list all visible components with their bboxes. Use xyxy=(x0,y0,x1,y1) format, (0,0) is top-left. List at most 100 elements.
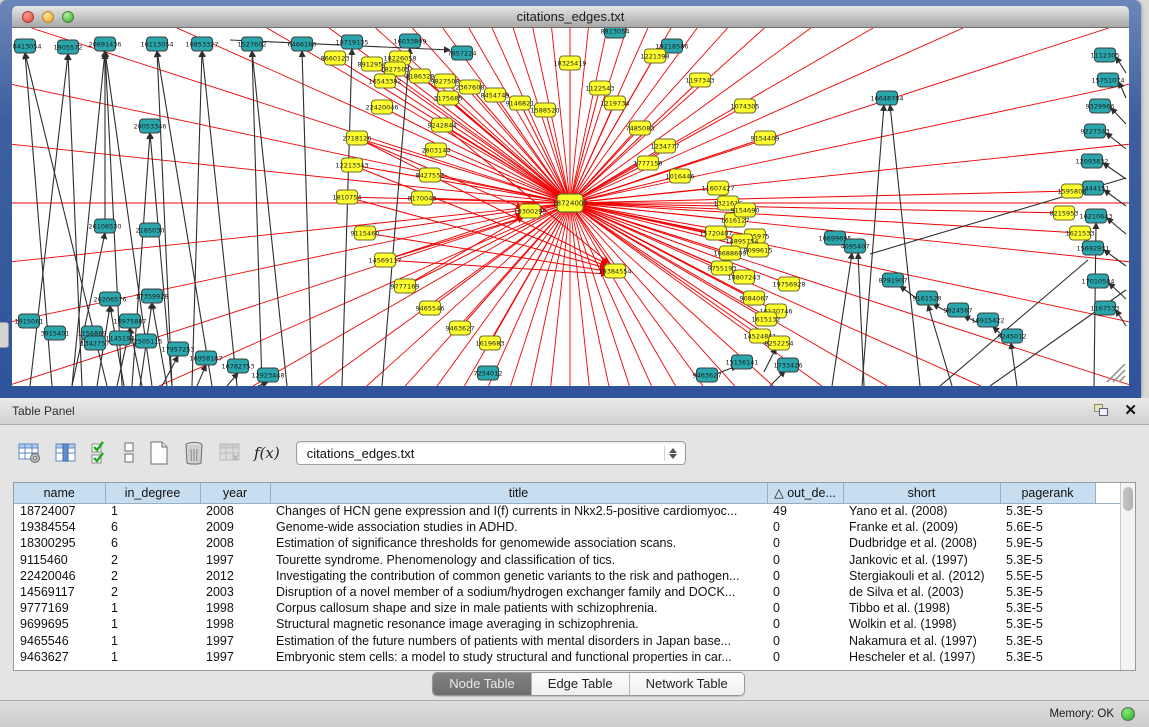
graph-node[interactable]: 9463627 xyxy=(693,368,722,382)
delete-table-icon[interactable] xyxy=(218,442,242,464)
graph-node[interactable]: 9154690 xyxy=(731,203,760,217)
graph-node[interactable]: 9242844 xyxy=(428,118,457,132)
graph-node[interactable]: 1197343 xyxy=(686,73,715,87)
graph-node[interactable]: 1615132 xyxy=(752,312,781,326)
table-row[interactable]: 1456911722003Disruption of a novel membe… xyxy=(14,584,1120,600)
table-row[interactable]: 1938455462009Genome-wide association stu… xyxy=(14,519,1120,535)
graph-edge[interactable] xyxy=(770,371,785,386)
graph-node[interactable]: 1234777 xyxy=(651,139,680,153)
table-cell[interactable]: Estimation of the future numbers of pati… xyxy=(270,633,767,649)
graph-edge[interactable] xyxy=(570,191,1072,203)
graph-node[interactable]: 11607427 xyxy=(701,181,734,195)
table-cell[interactable]: 0 xyxy=(767,552,843,568)
graph-edge[interactable] xyxy=(570,203,703,386)
graph-edge[interactable] xyxy=(253,203,570,386)
table-cell[interactable]: Tourette syndrome. Phenomenology and cla… xyxy=(270,552,767,568)
graph-node[interactable]: 14569117 xyxy=(368,253,401,267)
network-view-window[interactable]: citations_edges.txt 18413054190557220691… xyxy=(0,0,1141,398)
table-cell[interactable]: 49 xyxy=(767,503,843,519)
graph-hub-node[interactable]: 18724007 xyxy=(552,194,588,212)
select-columns-icon[interactable] xyxy=(90,441,110,465)
table-row[interactable]: 1872400712008Changes of HCN gene express… xyxy=(14,503,1120,519)
graph-node[interactable]: 9161528 xyxy=(913,291,942,305)
table-cell[interactable]: 5.9E-5 xyxy=(1000,535,1095,551)
graph-node[interactable]: 16648784 xyxy=(870,91,903,105)
column-header-in_degree[interactable]: in_degree xyxy=(105,483,200,503)
graph-node[interactable]: 1621533 xyxy=(1066,226,1095,240)
graph-edge[interactable] xyxy=(570,203,629,386)
graph-node[interactable]: 18325419 xyxy=(553,56,586,70)
function-builder-icon[interactable]: f(x) xyxy=(254,444,280,462)
tab-network-table[interactable]: Network Table xyxy=(630,673,744,695)
table-cell[interactable]: 2012 xyxy=(200,568,270,584)
graph-node[interactable]: 1112305 xyxy=(1091,48,1120,62)
graph-node[interactable]: 8215953 xyxy=(1050,206,1079,220)
graph-node[interactable]: 2803144 xyxy=(422,143,451,157)
table-cell[interactable]: 9463627 xyxy=(14,649,105,665)
table-cell[interactable]: 9699695 xyxy=(14,616,105,632)
table-cell[interactable]: Wolkin et al. (1998) xyxy=(843,616,1000,632)
graph-node[interactable]: 20053346 xyxy=(133,119,166,133)
graph-node[interactable]: 1777158 xyxy=(634,156,663,170)
graph-edge[interactable] xyxy=(302,51,312,386)
graph-edge[interactable] xyxy=(832,253,852,386)
graph-node[interactable]: 9465546 xyxy=(416,301,445,315)
column-header-name[interactable]: name xyxy=(14,483,105,503)
graph-node[interactable]: 8660123 xyxy=(321,51,350,65)
table-cell[interactable]: 9115460 xyxy=(14,552,105,568)
window-titlebar[interactable]: citations_edges.txt xyxy=(12,6,1129,28)
table-cell[interactable]: 5.6E-5 xyxy=(1000,519,1095,535)
table-cell[interactable]: 2008 xyxy=(200,503,270,519)
graph-node[interactable]: 9154409 xyxy=(751,131,780,145)
table-cell[interactable]: 0 xyxy=(767,568,843,584)
graph-node[interactable]: 18413054 xyxy=(12,39,42,53)
graph-node[interactable]: 1016446 xyxy=(666,169,695,183)
graph-node[interactable]: 10853327 xyxy=(185,37,218,51)
row-height-icon[interactable] xyxy=(122,441,136,465)
tab-edge-table[interactable]: Edge Table xyxy=(532,673,630,695)
graph-node[interactable]: 7254012 xyxy=(474,366,503,380)
graph-edge[interactable] xyxy=(1107,218,1126,234)
graph-node[interactable]: 8427552 xyxy=(416,168,445,182)
graph-node[interactable]: 8170043 xyxy=(408,191,437,205)
graph-node[interactable]: 22420046 xyxy=(365,100,398,114)
table-cell[interactable]: 0 xyxy=(767,633,843,649)
graph-node[interactable]: 26106530 xyxy=(88,219,121,233)
graph-node[interactable]: 8099615 xyxy=(744,243,773,257)
table-cell[interactable]: Franke et al. (2009) xyxy=(843,519,1000,535)
graph-node[interactable]: 9084067 xyxy=(740,291,769,305)
graph-edge[interactable] xyxy=(1116,310,1126,326)
table-cell[interactable]: 1 xyxy=(105,503,200,519)
table-cell[interactable]: Structural magnetic resonance image aver… xyxy=(270,616,767,632)
graph-node[interactable]: 3175685 xyxy=(434,91,463,105)
graph-edge[interactable] xyxy=(202,51,237,386)
graph-node[interactable]: 1588520 xyxy=(531,103,560,117)
graph-node[interactable]: 15751074 xyxy=(1091,73,1124,87)
graph-node[interactable]: 9245012 xyxy=(998,329,1027,343)
graph-node[interactable]: 9227343 xyxy=(1081,124,1110,138)
resize-grip-icon[interactable] xyxy=(1101,358,1127,384)
table-cell[interactable]: 14569117 xyxy=(14,584,105,600)
graph-node[interactable]: 1905572 xyxy=(54,40,83,54)
graph-edge[interactable] xyxy=(570,28,963,203)
graph-edge[interactable] xyxy=(347,197,570,203)
graph-node[interactable]: 1219734 xyxy=(601,96,630,110)
graph-edge[interactable] xyxy=(342,49,352,386)
table-cell[interactable]: 0 xyxy=(767,519,843,535)
graph-node[interactable]: 1122543 xyxy=(586,81,615,95)
table-row[interactable]: 1830029562008Estimation of significance … xyxy=(14,535,1120,551)
graph-node[interactable]: 16113054 xyxy=(140,37,173,51)
graph-edge[interactable] xyxy=(437,203,570,386)
table-row[interactable]: 911546021997Tourette syndrome. Phenomeno… xyxy=(14,552,1120,568)
table-cell[interactable]: 5.3E-5 xyxy=(1000,600,1095,616)
graph-edge[interactable] xyxy=(570,28,873,203)
table-cell[interactable]: 1 xyxy=(105,649,200,665)
table-cell[interactable]: 0 xyxy=(767,649,843,665)
graph-edge[interactable] xyxy=(382,48,410,386)
column-header-short[interactable]: short xyxy=(843,483,1000,503)
table-cell[interactable]: 2 xyxy=(105,568,200,584)
table-cell[interactable]: 9777169 xyxy=(14,600,105,616)
network-canvas[interactable]: 1841305419055722069143616113054108533271… xyxy=(12,28,1129,386)
graph-edge[interactable] xyxy=(157,51,212,386)
graph-node[interactable]: 1074305 xyxy=(731,99,760,113)
